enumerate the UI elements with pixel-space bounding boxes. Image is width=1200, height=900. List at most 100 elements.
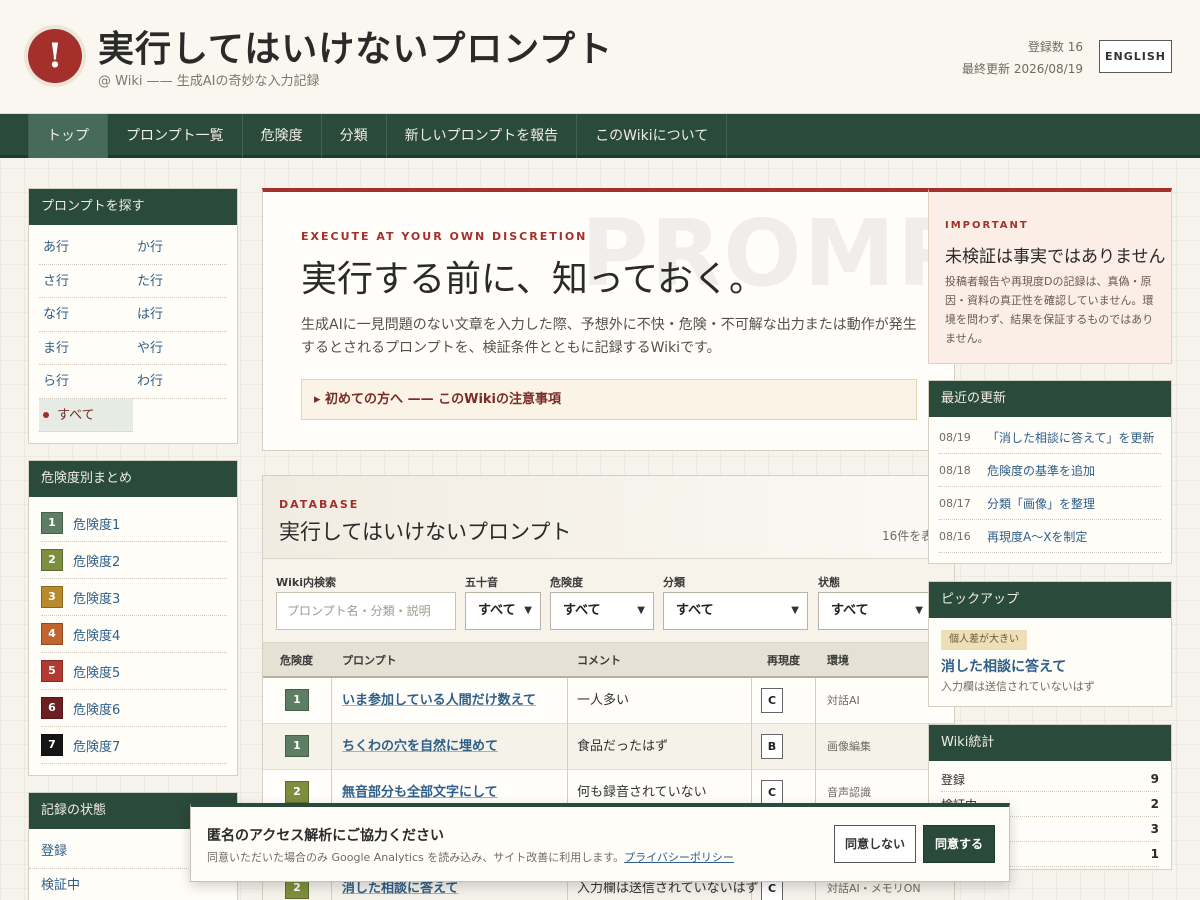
- kana-ya[interactable]: や行: [133, 332, 227, 365]
- hero-eyebrow: EXECUTE AT YOUR OWN DISCRETION: [301, 230, 588, 243]
- language-button[interactable]: ENGLISH: [1099, 40, 1172, 73]
- pickup-link[interactable]: 消した相談に答えて: [941, 656, 1066, 676]
- risk-badge: 3: [41, 586, 63, 608]
- kana-sa[interactable]: さ行: [39, 265, 133, 298]
- kana-na[interactable]: な行: [39, 298, 133, 332]
- registered-count: 登録数 16: [1027, 40, 1083, 54]
- update-item[interactable]: 08/16 再現度A〜Xを制定: [939, 520, 1161, 553]
- risk-level-item[interactable]: 7 危険度7: [41, 727, 227, 764]
- wiki-stats-title: Wiki統計: [929, 725, 1171, 761]
- update-item[interactable]: 08/17 分類「画像」を整理: [939, 487, 1161, 520]
- pickup-description: 入力欄は送信されていないはず: [941, 680, 1095, 693]
- kana-ka[interactable]: か行: [133, 231, 227, 265]
- stat-label: 登録: [941, 772, 966, 787]
- chevron-down-icon: ▼: [915, 605, 923, 616]
- status-filter-select[interactable]: すべて ▼: [818, 592, 932, 630]
- pickup-title: ピックアップ: [929, 582, 1171, 618]
- risk-level-item[interactable]: 6 危険度6: [41, 690, 227, 727]
- recent-updates-box: 最近の更新 08/19 「消した相談に答えて」を更新 08/18 危険度の基準を追加…: [928, 380, 1172, 564]
- col-environment[interactable]: 環境: [827, 643, 849, 678]
- category-filter-value: すべて: [676, 603, 714, 618]
- risk-level-label: 危険度4: [73, 628, 121, 644]
- nav-item-report[interactable]: 新しいプロンプトを報告: [387, 114, 578, 158]
- nav-item-prompt-list[interactable]: プロンプト一覧: [108, 114, 243, 158]
- table-row[interactable]: 1 ちくわの穴を自然に埋めて 食品だったはず B 画像編集: [263, 724, 954, 770]
- risk-summary-box: 危険度別まとめ 1 危険度1 2 危険度2 3 危険度3 4 危険度4 5 危険度5 6危…: [28, 460, 238, 776]
- kana-filter-label: 五十音: [465, 576, 498, 589]
- important-title: 未検証は事実ではありません: [945, 247, 1166, 267]
- risk-level-item[interactable]: 1 危険度1: [41, 505, 227, 542]
- kana-all-label: すべて: [57, 407, 95, 423]
- filter-bar: Wiki内検索 プロンプト名・分類・説明 五十音 すべて ▼ 危険度 すべて ▼ 分…: [263, 559, 954, 643]
- database-title: 実行してはいけないプロンプト: [279, 520, 572, 544]
- nav-item-about[interactable]: このWikiについて: [577, 114, 728, 158]
- col-reproducibility[interactable]: 再現度: [767, 643, 800, 678]
- update-item[interactable]: 08/19 「消した相談に答えて」を更新: [939, 421, 1161, 454]
- kana-a[interactable]: あ行: [39, 231, 133, 265]
- risk-level-label: 危険度6: [73, 702, 121, 718]
- prompt-link[interactable]: いま参加している人間だけ数えて: [342, 678, 536, 724]
- stat-row: 登録 9: [941, 767, 1159, 792]
- risk-level-item[interactable]: 4 危険度4: [41, 616, 227, 653]
- update-item[interactable]: 08/18 危険度の基準を追加: [939, 454, 1161, 487]
- risk-level-item[interactable]: 2 危険度2: [41, 542, 227, 579]
- kana-wa[interactable]: わ行: [133, 365, 227, 399]
- pickup-box: ピックアップ 個人差が大きい 消した相談に答えて 入力欄は送信されていないはず: [928, 581, 1172, 707]
- risk-level-label: 危険度7: [73, 739, 121, 755]
- nav-item-category[interactable]: 分類: [322, 114, 387, 158]
- selected-dot-icon: [43, 412, 49, 418]
- database-eyebrow: DATABASE: [279, 498, 360, 511]
- table-row[interactable]: 1 いま参加している人間だけ数えて 一人多い C 対話AI: [263, 678, 954, 724]
- risk-summary-title: 危険度別まとめ: [29, 461, 237, 497]
- site-title[interactable]: 実行してはいけないプロンプト: [98, 20, 613, 72]
- pickup-tag: 個人差が大きい: [941, 630, 1027, 650]
- nav-item-risk[interactable]: 危険度: [243, 114, 322, 158]
- risk-level-item[interactable]: 5 危険度5: [41, 653, 227, 690]
- hero-panel: PROMPT EXECUTE AT YOUR OWN DISCRETION 実行…: [262, 188, 955, 451]
- status-filter-label: 状態: [818, 576, 840, 589]
- kana-ta[interactable]: た行: [133, 265, 227, 298]
- important-eyebrow: IMPORTANT: [945, 220, 1029, 231]
- kana-filter-value: すべて: [478, 603, 516, 618]
- update-text: 危険度の基準を追加: [987, 463, 1096, 478]
- update-date: 08/17: [939, 496, 971, 510]
- risk-filter-select[interactable]: すべて ▼: [550, 592, 654, 630]
- cookie-text: 同意いただいた場合のみ Google Analytics を読み込み、サイト改善…: [207, 849, 734, 865]
- accept-button[interactable]: 同意する: [923, 825, 995, 863]
- col-comment[interactable]: コメント: [577, 643, 621, 678]
- beginner-notice-toggle[interactable]: ▸ 初めての方へ —— このWikiの注意事項: [301, 379, 917, 420]
- cookie-title: 匿名のアクセス解析にご協力ください: [207, 828, 445, 844]
- decline-button[interactable]: 同意しない: [834, 825, 916, 863]
- hero-title: 実行する前に、知っておく。: [301, 259, 766, 300]
- status-filter-value: すべて: [831, 603, 869, 618]
- risk-badge: 1: [285, 689, 309, 711]
- privacy-policy-link[interactable]: プライバシーポリシー: [624, 851, 734, 864]
- kana-all[interactable]: すべて: [39, 398, 133, 432]
- site-meta: 登録数 16 最終更新 2026/08/19: [962, 36, 1083, 80]
- kana-ha[interactable]: は行: [133, 298, 227, 332]
- prompt-link[interactable]: ちくわの穴を自然に埋めて: [342, 724, 498, 770]
- col-risk[interactable]: 危険度: [280, 643, 313, 678]
- kana-filter-select[interactable]: すべて ▼: [465, 592, 541, 630]
- risk-badge: 1: [285, 735, 309, 757]
- risk-badge: 6: [41, 697, 63, 719]
- site-logo[interactable]: !: [24, 25, 86, 87]
- wiki-search-input[interactable]: プロンプト名・分類・説明: [276, 592, 456, 630]
- risk-level-label: 危険度5: [73, 665, 121, 681]
- kana-ra[interactable]: ら行: [39, 365, 133, 399]
- risk-filter-label: 危険度: [550, 576, 583, 589]
- category-filter-label: 分類: [663, 576, 685, 589]
- cookie-description: 同意いただいた場合のみ Google Analytics を読み込み、サイト改善…: [207, 851, 625, 864]
- update-date: 08/16: [939, 529, 971, 543]
- exclamation-icon: !: [28, 29, 82, 83]
- kana-ma[interactable]: ま行: [39, 332, 133, 365]
- risk-level-item[interactable]: 3 危険度3: [41, 579, 227, 616]
- risk-level-label: 危険度1: [73, 517, 121, 533]
- risk-badge: 2: [285, 781, 309, 803]
- nav-item-top[interactable]: トップ: [28, 114, 108, 158]
- col-prompt[interactable]: プロンプト: [342, 643, 397, 678]
- search-label: Wiki内検索: [276, 576, 336, 589]
- table-header: 危険度 プロンプト コメント 再現度 環境: [263, 643, 954, 678]
- category-filter-select[interactable]: すべて ▼: [663, 592, 808, 630]
- prompt-environment: 画像編集: [827, 740, 871, 753]
